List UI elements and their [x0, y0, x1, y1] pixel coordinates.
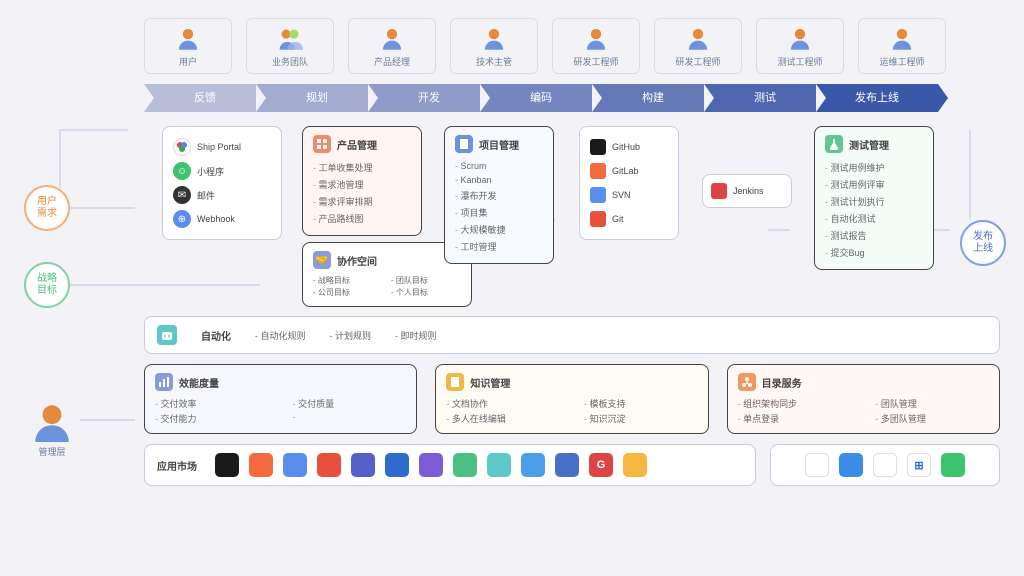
step-test: 测试: [704, 84, 826, 112]
role-pm: 产品经理: [348, 18, 436, 74]
admin-person: 管理层: [24, 400, 80, 458]
step-release: 发布上线: [816, 84, 938, 112]
box-jenkins: Jenkins: [702, 174, 792, 208]
flask-icon: [825, 135, 843, 153]
box-test-mgmt: 测试管理 测试用例维护测试用例评审 测试计划执行自动化测试 测试报告提交Bug: [814, 126, 934, 270]
role-dev-1: 研发工程师: [552, 18, 640, 74]
integration-tile: [873, 453, 897, 477]
integration-tile: [805, 453, 829, 477]
clipboard-icon: [455, 135, 473, 153]
circle-strategy: 战略 目标: [24, 262, 70, 308]
market-tile: [351, 453, 375, 477]
grid-icon: [313, 135, 331, 153]
step-develop: 开发: [368, 84, 490, 112]
circle-user-demand: 用户 需求: [24, 185, 70, 231]
box-project-mgmt: 项目管理 ScrumKanban 瀑布开发项目集 大规模敏捷工时管理: [444, 126, 554, 264]
market-tile: [419, 453, 443, 477]
box-code-repos: GitHub GitLab SVN Git: [579, 126, 679, 240]
market-tile: [317, 453, 341, 477]
tree-icon: [738, 373, 756, 391]
role-qa: 测试工程师: [756, 18, 844, 74]
box-integrations: ⊞: [770, 444, 1000, 486]
market-tile: [521, 453, 545, 477]
box-directory: 目录服务 组织架构同步团队管理 单点登录多团队管理: [727, 364, 1000, 434]
box-channels: Ship Portal ☺小程序 ✉邮件 ⊕Webhook: [162, 126, 282, 240]
integration-tile: ⊞: [907, 453, 931, 477]
box-automation: 自动化 - 自动化规则 - 计划规则 - 即时规则: [144, 316, 1000, 354]
role-tech-lead: 技术主管: [450, 18, 538, 74]
box-performance: 效能度量 交付效率交付质量 交付能力: [144, 364, 417, 434]
box-marketplace: 应用市场 G: [144, 444, 756, 486]
market-tile: G: [589, 453, 613, 477]
step-code: 编码: [480, 84, 602, 112]
market-tile: [385, 453, 409, 477]
market-tile: [249, 453, 273, 477]
step-build: 构建: [592, 84, 714, 112]
box-knowledge: 知识管理 文档协作模板支持 多人在线编辑知识沉淀: [435, 364, 708, 434]
integration-tile: [839, 453, 863, 477]
market-tile: [623, 453, 647, 477]
handshake-icon: 🤝: [313, 251, 331, 269]
market-tile: [555, 453, 579, 477]
chart-icon: [155, 373, 173, 391]
market-tile: [215, 453, 239, 477]
role-user: 用户: [144, 18, 232, 74]
role-ops: 运维工程师: [858, 18, 946, 74]
step-feedback: 反馈: [144, 84, 266, 112]
role-dev-2: 研发工程师: [654, 18, 742, 74]
step-plan: 规划: [256, 84, 378, 112]
market-tile: [283, 453, 307, 477]
integration-tile: [941, 453, 965, 477]
market-tile: [487, 453, 511, 477]
roles-row: 用户 业务团队 产品经理 技术主管 研发工程师 研发工程师 测试工程师 运维工程…: [144, 18, 1000, 74]
book-icon: [446, 373, 464, 391]
box-product-mgmt: 产品管理 工单收集处理需求池管理 需求评审排期产品路线图: [302, 126, 422, 236]
role-biz-team: 业务团队: [246, 18, 334, 74]
market-tile: [453, 453, 477, 477]
robot-icon: [157, 325, 177, 345]
pipeline: 反馈 规划 开发 编码 构建 测试 发布上线: [144, 84, 1000, 112]
